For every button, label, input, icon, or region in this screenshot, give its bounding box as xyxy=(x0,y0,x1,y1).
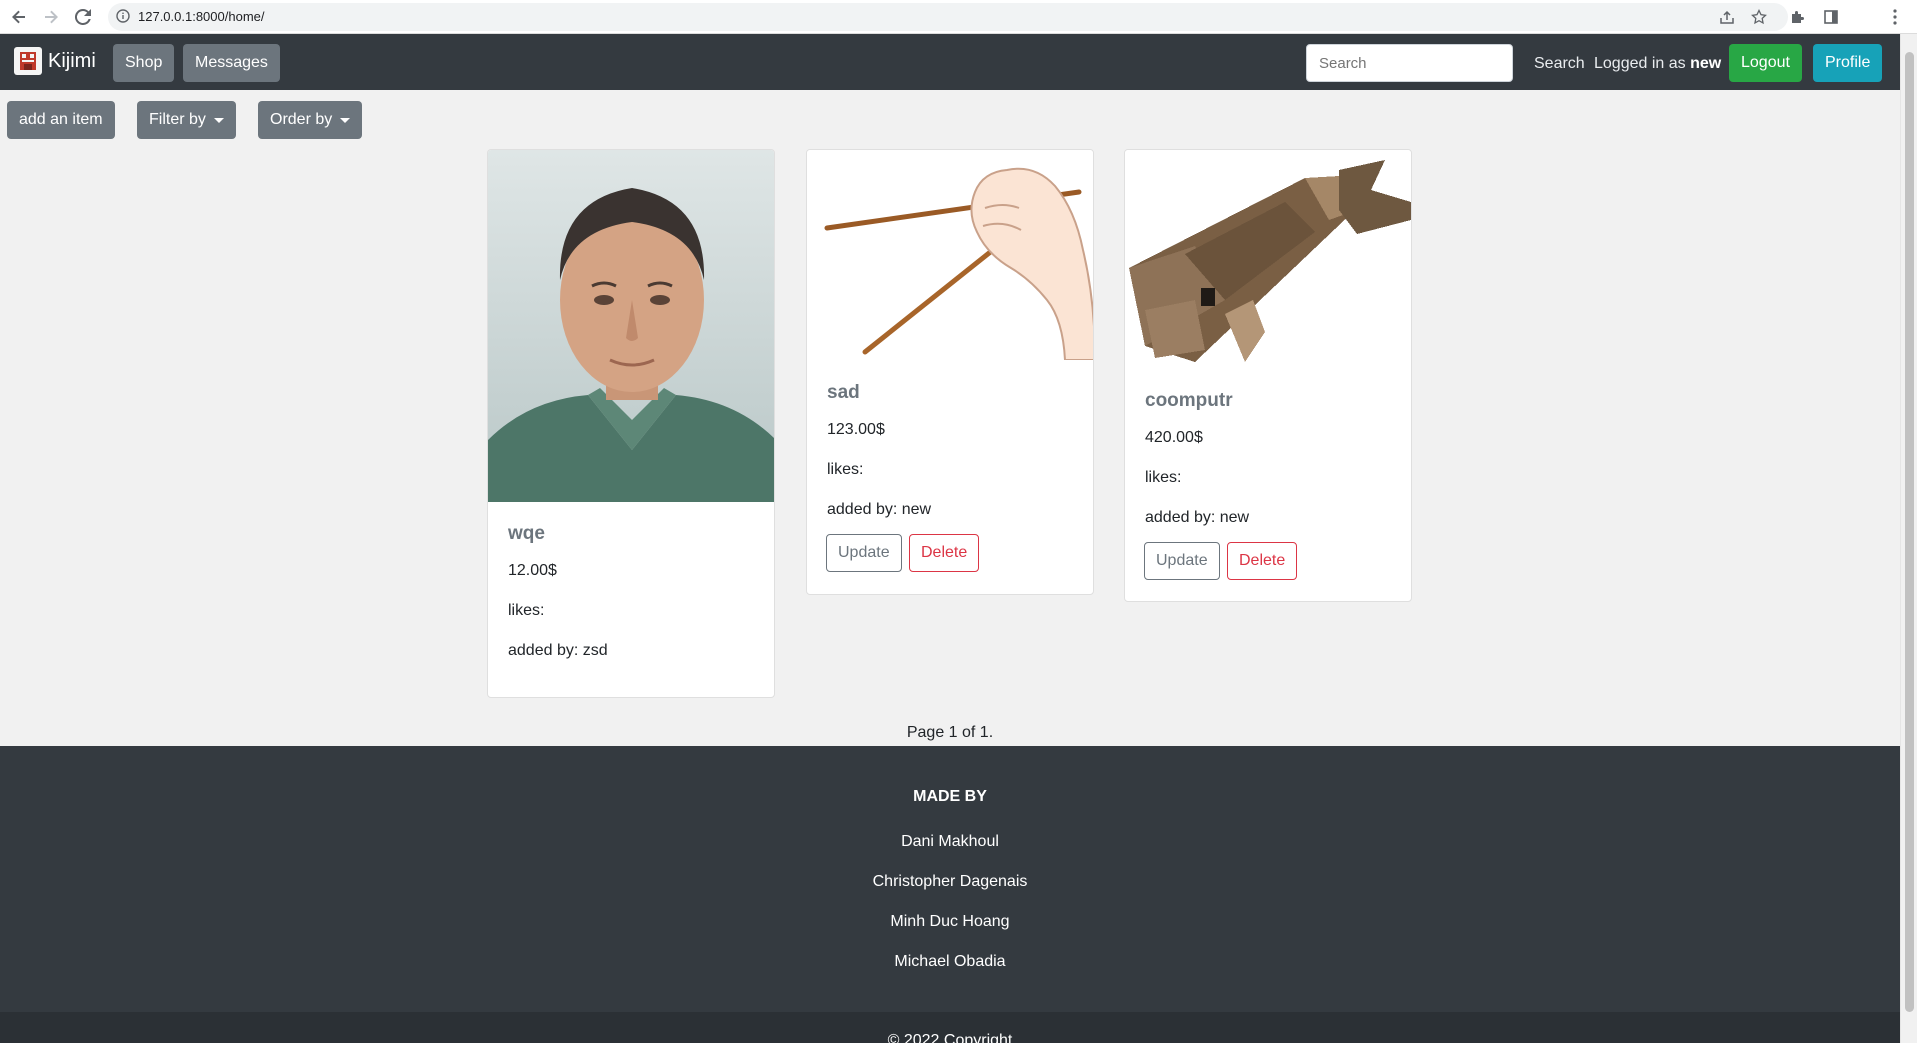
item-card: coomputr 420.00$ likes: added by: new Up… xyxy=(1124,149,1412,602)
footer-author: Dani Makhoul xyxy=(901,833,999,850)
delete-button[interactable]: Delete xyxy=(909,534,980,572)
extensions-puzzle-icon[interactable] xyxy=(1786,6,1808,28)
footer-author: Christopher Dagenais xyxy=(872,873,1028,890)
item-card: wqe 12.00$ likes: added by: zsd xyxy=(487,149,775,698)
brand-name: Kijimi xyxy=(48,49,96,72)
caret-down-icon xyxy=(340,117,351,123)
item-likes: likes: xyxy=(827,461,864,478)
delete-button[interactable]: Delete xyxy=(1227,542,1298,580)
order-by-label: Order by xyxy=(270,111,333,128)
search-submit-button[interactable]: Search xyxy=(1534,55,1585,73)
footer-author: Michael Obadia xyxy=(894,953,1006,970)
add-item-button[interactable]: add an item xyxy=(7,101,115,139)
address-bar[interactable]: 127.0.0.1:8000/home/ xyxy=(108,3,1788,31)
item-price: 123.00$ xyxy=(827,421,885,438)
shop-button[interactable]: Shop xyxy=(113,44,175,82)
logged-in-status: Logged in as new xyxy=(1594,55,1721,73)
filter-by-dropdown[interactable]: Filter by xyxy=(137,101,236,139)
item-added-by: added by: new xyxy=(1145,509,1250,526)
item-likes: likes: xyxy=(1145,469,1182,486)
copyright-text: © 2022 Copyright xyxy=(887,1032,1013,1043)
footer-title: MADE BY xyxy=(913,788,987,805)
item-added-by: added by: zsd xyxy=(508,642,608,659)
pagination-text: Page 1 of 1. xyxy=(906,724,994,741)
item-card: sad 123.00$ likes: added by: new Update … xyxy=(806,149,1094,595)
share-icon[interactable] xyxy=(1716,6,1738,28)
item-added-by: added by: new xyxy=(827,501,932,518)
logged-in-username: new xyxy=(1690,55,1722,72)
update-button[interactable]: Update xyxy=(826,534,902,572)
side-panel-icon[interactable] xyxy=(1820,6,1842,28)
portrait-photo-icon[interactable] xyxy=(488,150,774,502)
search-input[interactable] xyxy=(1306,44,1513,82)
order-by-dropdown[interactable]: Order by xyxy=(258,101,363,139)
bookmark-star-icon[interactable] xyxy=(1748,6,1770,28)
browser-toolbar: 127.0.0.1:8000/home/ xyxy=(0,0,1917,34)
item-likes: likes: xyxy=(508,602,545,619)
add-item-label: add an item xyxy=(19,111,103,128)
footer-author: Minh Duc Hoang xyxy=(890,913,1010,930)
url-text: 127.0.0.1:8000/home/ xyxy=(138,9,265,24)
scrollbar-thumb[interactable] xyxy=(1905,52,1914,1012)
brand-link[interactable]: Kijimi xyxy=(14,47,96,75)
brand-logo-icon xyxy=(14,47,42,75)
item-price: 12.00$ xyxy=(508,562,557,579)
top-navbar: Kijimi Shop Messages Search Logged in as… xyxy=(0,34,1900,90)
reload-icon[interactable] xyxy=(72,6,94,28)
menu-kebab-icon[interactable] xyxy=(1884,6,1906,28)
item-title[interactable]: wqe xyxy=(508,523,545,545)
messages-button[interactable]: Messages xyxy=(183,44,280,82)
item-price: 420.00$ xyxy=(1145,429,1203,446)
site-info-icon[interactable] xyxy=(116,9,132,25)
copyright-bar: © 2022 Copyright xyxy=(0,1012,1900,1043)
logged-in-prefix: Logged in as xyxy=(1594,55,1686,72)
update-button[interactable]: Update xyxy=(1144,542,1220,580)
chopsticks-hand-drawing-icon[interactable] xyxy=(807,150,1093,361)
item-title[interactable]: coomputr xyxy=(1145,390,1233,412)
logout-button[interactable]: Logout xyxy=(1729,44,1802,82)
filter-by-label: Filter by xyxy=(149,111,206,128)
forward-arrow-icon[interactable] xyxy=(40,6,62,28)
pixel-fish-drawing-icon[interactable] xyxy=(1125,150,1411,368)
footer: MADE BY Dani Makhoul Christopher Dagenai… xyxy=(0,746,1900,1012)
profile-button[interactable]: Profile xyxy=(1813,44,1883,82)
caret-down-icon xyxy=(213,117,224,123)
back-arrow-icon[interactable] xyxy=(8,6,30,28)
page-scrollbar[interactable] xyxy=(1900,34,1917,1043)
item-title[interactable]: sad xyxy=(827,382,860,404)
